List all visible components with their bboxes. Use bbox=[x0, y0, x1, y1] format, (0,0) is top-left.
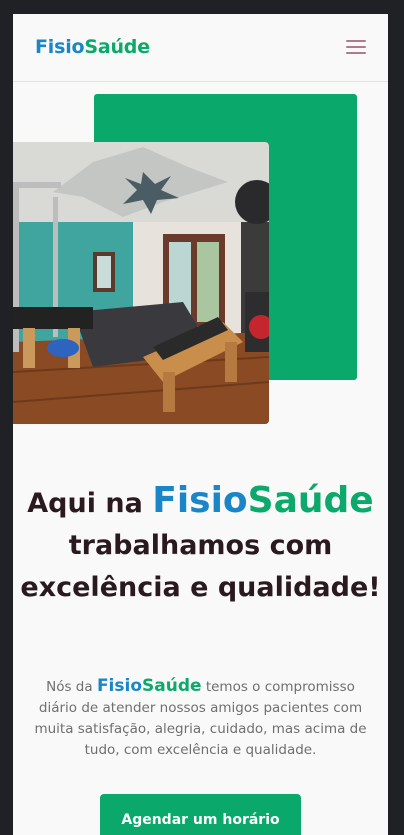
headline-brand-part2: Saúde bbox=[247, 480, 374, 521]
hero-lead-paragraph: Nós da FisioSaúde temos o compromisso di… bbox=[33, 676, 368, 761]
studio-photo-illustration bbox=[13, 142, 269, 424]
hamburger-menu-icon[interactable] bbox=[346, 40, 366, 55]
brand-logo[interactable]: FisioSaúde bbox=[35, 36, 150, 58]
brand-logo-part2: Saúde bbox=[84, 36, 150, 58]
brand-logo-part1: Fisio bbox=[35, 36, 85, 58]
hero-headline: Aqui na FisioSaúde trabalhamos com excel… bbox=[13, 480, 388, 609]
headline-text-end: trabalhamos com excelência e qualidade! bbox=[20, 530, 381, 603]
lead-brand-part1: Fisio bbox=[96, 676, 143, 696]
navbar: FisioSaúde bbox=[13, 14, 388, 82]
lead-text-start: Nós da bbox=[46, 679, 97, 695]
headline-text-start: Aqui na bbox=[27, 488, 153, 519]
menu-bar bbox=[346, 46, 366, 48]
schedule-appointment-button[interactable]: Agendar um horário bbox=[100, 794, 301, 835]
hero-photo bbox=[13, 142, 269, 424]
page: FisioSaúde Aqui na FisioSaúde trabalhamo… bbox=[13, 14, 388, 835]
lead-brand-part2: Saúde bbox=[142, 676, 202, 696]
menu-bar bbox=[346, 40, 366, 42]
menu-bar bbox=[346, 52, 366, 54]
headline-brand-part1: Fisio bbox=[152, 480, 248, 521]
